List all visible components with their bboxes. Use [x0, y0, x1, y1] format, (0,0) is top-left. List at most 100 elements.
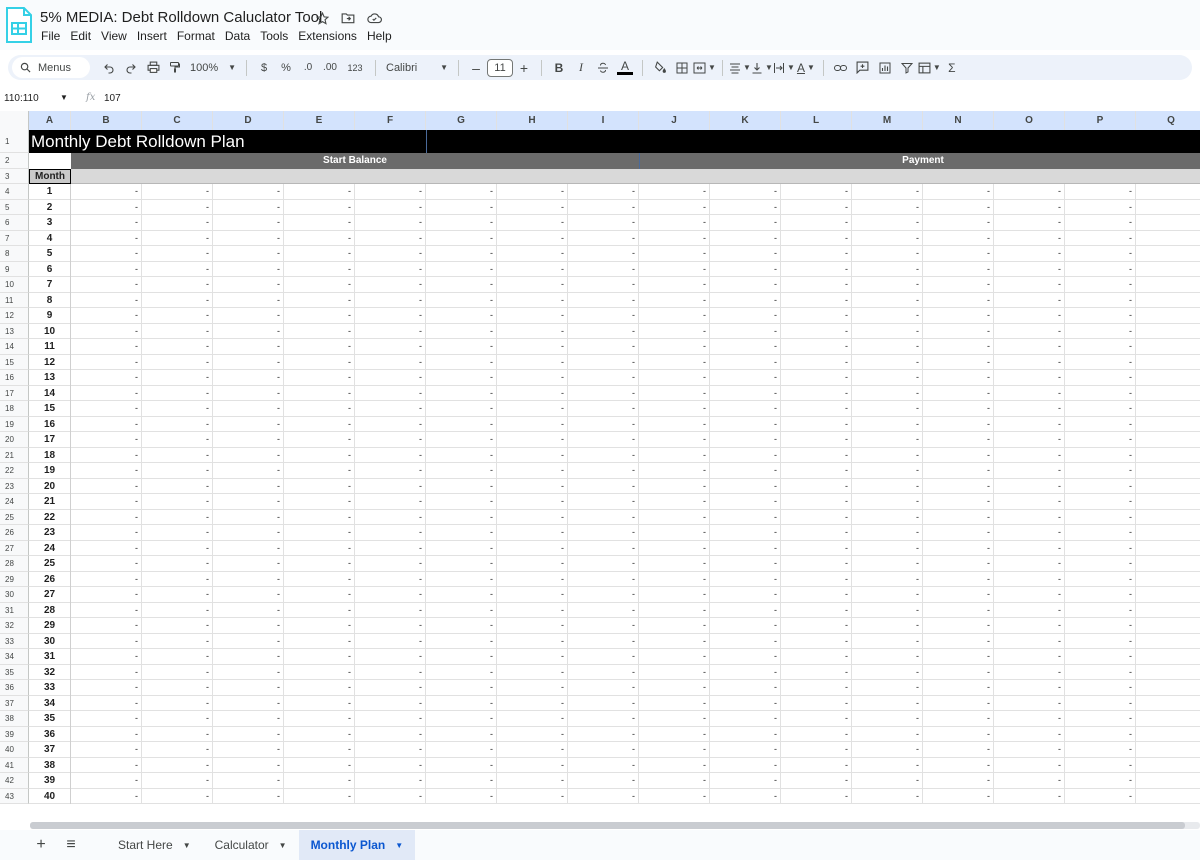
value-cell[interactable]: -: [497, 292, 568, 308]
column-header[interactable]: I: [568, 111, 639, 130]
value-cell[interactable]: -: [923, 695, 994, 711]
value-cell[interactable]: -: [355, 246, 426, 262]
value-cell[interactable]: -: [710, 401, 781, 417]
value-cell[interactable]: -: [923, 416, 994, 432]
value-cell[interactable]: -: [284, 370, 355, 386]
month-cell[interactable]: 37: [29, 742, 71, 758]
value-cell[interactable]: -: [71, 773, 142, 789]
value-cell[interactable]: -: [284, 649, 355, 665]
month-cell[interactable]: 15: [29, 401, 71, 417]
value-cell[interactable]: -: [781, 540, 852, 556]
value-cell[interactable]: -: [710, 323, 781, 339]
month-cell[interactable]: 19: [29, 463, 71, 479]
value-cell[interactable]: -: [426, 556, 497, 572]
value-cell[interactable]: -: [355, 370, 426, 386]
value-cell[interactable]: -: [852, 680, 923, 696]
value-cell[interactable]: -: [497, 540, 568, 556]
value-cell[interactable]: -: [923, 664, 994, 680]
value-cell[interactable]: -: [852, 463, 923, 479]
value-cell[interactable]: -: [639, 509, 710, 525]
value-cell[interactable]: -: [213, 587, 284, 603]
value-cell[interactable]: -: [142, 354, 213, 370]
value-cell[interactable]: -: [923, 618, 994, 634]
value-cell[interactable]: -: [923, 757, 994, 773]
value-cell[interactable]: -: [142, 184, 213, 200]
value-cell[interactable]: -: [213, 509, 284, 525]
value-cell[interactable]: -: [923, 788, 994, 804]
value-cell[interactable]: -: [639, 354, 710, 370]
bold-button[interactable]: B: [548, 57, 570, 79]
font-select[interactable]: Calibri ▼: [382, 57, 452, 79]
value-cell[interactable]: -: [923, 711, 994, 727]
value-cell[interactable]: -: [994, 246, 1065, 262]
value-cell[interactable]: -: [497, 246, 568, 262]
row-header[interactable]: 14: [0, 339, 29, 355]
row-header[interactable]: 11: [0, 292, 29, 308]
value-cell[interactable]: -: [284, 215, 355, 231]
value-cell[interactable]: -: [71, 261, 142, 277]
value-cell[interactable]: -: [426, 571, 497, 587]
value-cell[interactable]: -: [994, 339, 1065, 355]
star-icon[interactable]: [314, 10, 330, 26]
value-cell[interactable]: -: [213, 339, 284, 355]
value-cell[interactable]: -: [71, 432, 142, 448]
value-cell[interactable]: -: [426, 416, 497, 432]
value-cell[interactable]: -: [497, 711, 568, 727]
text-wrapping-icon[interactable]: ▼: [773, 57, 795, 79]
value-cell[interactable]: -: [852, 494, 923, 510]
row-header[interactable]: 33: [0, 633, 29, 649]
value-cell[interactable]: -: [852, 618, 923, 634]
value-cell[interactable]: -: [781, 556, 852, 572]
value-cell[interactable]: -: [639, 587, 710, 603]
value-cell[interactable]: -: [1065, 788, 1136, 804]
value-cell[interactable]: -: [923, 571, 994, 587]
value-cell[interactable]: [1136, 417, 1200, 433]
value-cell[interactable]: [1136, 215, 1200, 231]
value-cell[interactable]: -: [71, 509, 142, 525]
value-cell[interactable]: [1136, 696, 1200, 712]
value-cell[interactable]: -: [852, 509, 923, 525]
value-cell[interactable]: -: [639, 463, 710, 479]
value-cell[interactable]: -: [497, 463, 568, 479]
value-cell[interactable]: [1136, 789, 1200, 805]
value-cell[interactable]: -: [781, 292, 852, 308]
value-cell[interactable]: -: [142, 556, 213, 572]
search-menus[interactable]: Menus: [12, 57, 90, 78]
insert-chart-icon[interactable]: [874, 57, 896, 79]
value-cell[interactable]: -: [497, 184, 568, 200]
filter-views-icon[interactable]: ▼: [918, 57, 941, 79]
value-cell[interactable]: -: [923, 680, 994, 696]
value-cell[interactable]: -: [71, 587, 142, 603]
value-cell[interactable]: [1136, 386, 1200, 402]
value-cell[interactable]: [1136, 587, 1200, 603]
column-header[interactable]: E: [284, 111, 355, 130]
value-cell[interactable]: -: [781, 664, 852, 680]
value-cell[interactable]: -: [355, 633, 426, 649]
month-cell[interactable]: 33: [29, 680, 71, 696]
redo-icon[interactable]: [120, 57, 142, 79]
value-cell[interactable]: -: [923, 726, 994, 742]
value-cell[interactable]: -: [923, 246, 994, 262]
value-cell[interactable]: -: [497, 664, 568, 680]
value-cell[interactable]: -: [639, 339, 710, 355]
value-cell[interactable]: -: [639, 680, 710, 696]
value-cell[interactable]: -: [568, 664, 639, 680]
value-cell[interactable]: [1136, 758, 1200, 774]
value-cell[interactable]: -: [284, 401, 355, 417]
horizontal-scrollbar[interactable]: [30, 822, 1200, 829]
value-cell[interactable]: -: [355, 463, 426, 479]
value-cell[interactable]: -: [1065, 323, 1136, 339]
menu-extensions[interactable]: Extensions: [298, 29, 357, 43]
row-header[interactable]: 1: [0, 130, 29, 153]
value-cell[interactable]: -: [213, 199, 284, 215]
value-cell[interactable]: -: [710, 742, 781, 758]
value-cell[interactable]: -: [213, 308, 284, 324]
value-cell[interactable]: -: [1065, 246, 1136, 262]
value-cell[interactable]: -: [284, 261, 355, 277]
value-cell[interactable]: -: [923, 463, 994, 479]
value-cell[interactable]: -: [355, 618, 426, 634]
value-cell[interactable]: -: [355, 757, 426, 773]
value-cell[interactable]: -: [852, 447, 923, 463]
value-cell[interactable]: -: [1065, 401, 1136, 417]
value-cell[interactable]: -: [568, 323, 639, 339]
